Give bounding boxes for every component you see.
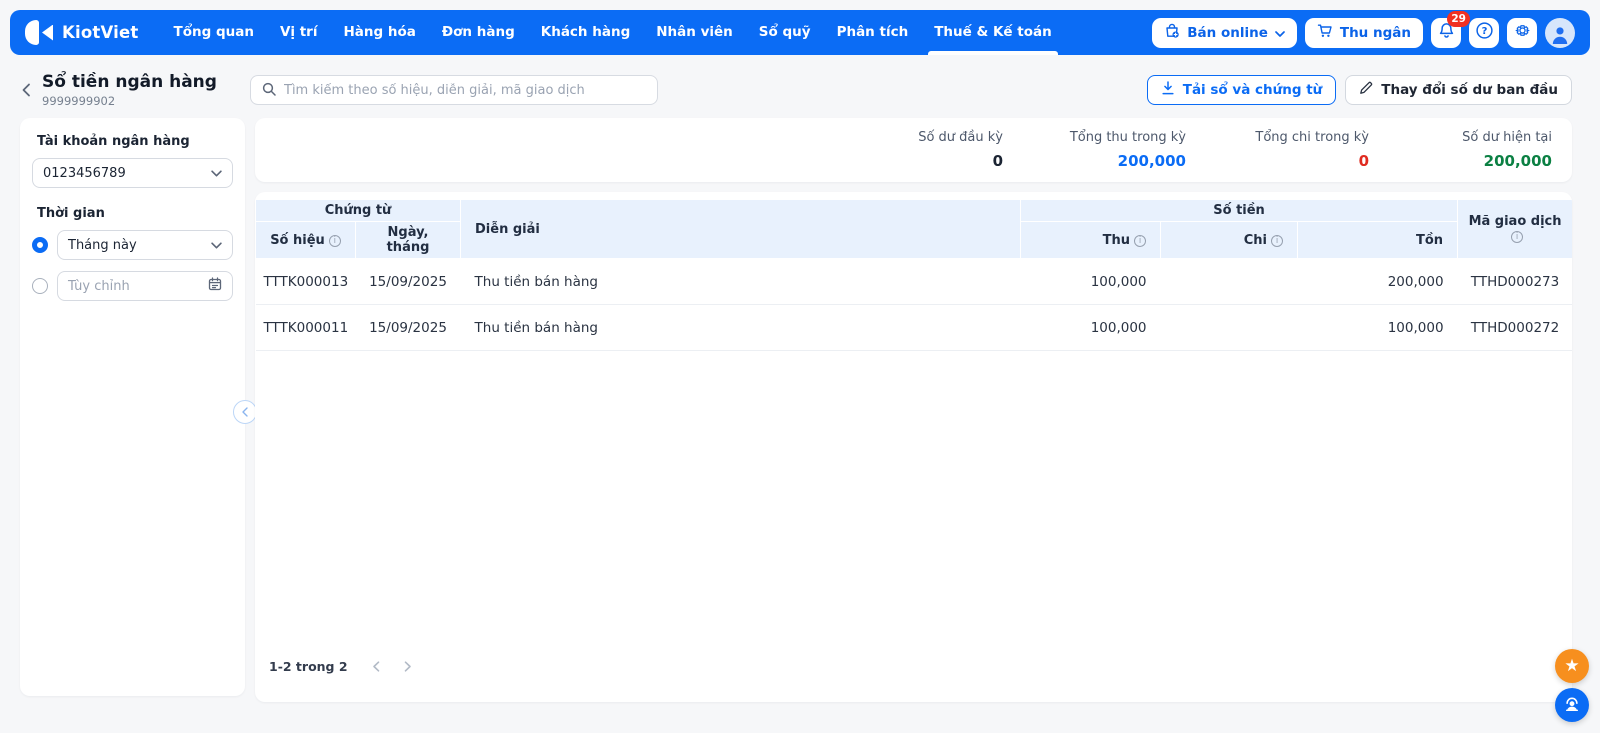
pagination-next-button[interactable] (404, 661, 412, 672)
top-navbar: KiotViet Tổng quan Vị trí Hàng hóa Đơn h… (10, 10, 1590, 55)
shop-bag-plus-icon (1164, 23, 1180, 43)
nav-item-phan-tich[interactable]: Phân tích (824, 10, 922, 55)
page-title: Sổ tiền ngân hàng (42, 72, 217, 92)
summary-total-in: Tổng thu trong kỳ 200,000 (1069, 130, 1186, 170)
brand-name: KiotViet (62, 23, 139, 42)
col-so-hieu: Số hiệu i (255, 221, 356, 259)
nav-item-khach-hang[interactable]: Khách hàng (528, 10, 644, 55)
bank-account-select[interactable]: 0123456789 (32, 158, 233, 188)
pencil-icon (1359, 81, 1373, 99)
info-icon[interactable]: i (1134, 234, 1147, 247)
time-preset-select[interactable]: Tháng này (57, 230, 233, 260)
pagination-label: 1-2 trong 2 (269, 659, 348, 674)
bank-account-label: Tài khoản ngân hàng (37, 134, 190, 149)
col-ton: Tồn (1297, 221, 1459, 259)
chevron-down-icon (1275, 25, 1285, 41)
chevron-down-icon (211, 166, 222, 181)
info-icon[interactable]: i (1271, 234, 1284, 247)
transactions-table: Chứng từ Diễn giải Số tiền Mã giao dịchi… (255, 199, 1572, 351)
nav-item-nhan-vien[interactable]: Nhân viên (643, 10, 746, 55)
col-thu: Thu i (1020, 221, 1162, 259)
search-input-wrap (250, 75, 658, 105)
svg-text:?: ? (1481, 26, 1487, 37)
rewards-fab-button[interactable]: ★ (1555, 649, 1589, 683)
info-icon[interactable]: i (1511, 231, 1524, 243)
summary-total-out: Tổng chi trong kỳ 0 (1255, 130, 1369, 170)
search-icon (262, 81, 276, 100)
time-custom-radio[interactable] (32, 278, 48, 294)
back-button[interactable] (20, 75, 42, 105)
nav-item-so-quy[interactable]: Sổ quỹ (746, 10, 824, 55)
avatar[interactable] (1545, 17, 1575, 48)
col-dien-giai: Diễn giải (460, 199, 1022, 259)
kiotviet-logo-icon (25, 20, 53, 45)
table-row[interactable]: TTTK000013 15/09/2025 Thu tiền bán hàng … (255, 258, 1572, 305)
col-ngay-thang: Ngày, tháng (354, 221, 462, 259)
filter-sidebar: Tài khoản ngân hàng 0123456789 Thời gian… (20, 118, 257, 696)
custom-date-input[interactable]: Tùy chỉnh (57, 271, 233, 301)
info-icon[interactable]: i (328, 234, 341, 247)
nav-item-vi-tri[interactable]: Vị trí (267, 10, 331, 55)
main-nav: Tổng quan Vị trí Hàng hóa Đơn hàng Khách… (160, 10, 1064, 55)
search-input[interactable] (284, 82, 646, 98)
transactions-table-card: Chứng từ Diễn giải Số tiền Mã giao dịchi… (255, 192, 1572, 702)
ban-online-button[interactable]: Bán online (1152, 17, 1297, 48)
col-group-so-tien: Số tiền (1020, 199, 1459, 222)
pagination-prev-button[interactable] (372, 661, 380, 672)
change-initial-balance-button[interactable]: Thay đổi số dư ban đầu (1345, 75, 1572, 105)
cart-icon (1317, 23, 1333, 43)
col-chi: Chi i (1160, 221, 1299, 259)
time-preset-radio[interactable] (32, 237, 48, 253)
page-header: Sổ tiền ngân hàng 9999999902 Tải sổ và c… (20, 70, 1572, 110)
pagination: 1-2 trong 2 (269, 659, 412, 674)
collapse-sidebar-button[interactable] (233, 400, 257, 424)
nav-item-tong-quan[interactable]: Tổng quan (160, 10, 266, 55)
summary-current-balance: Số dư hiện tại 200,000 (1462, 130, 1552, 170)
col-group-chung-tu: Chứng từ (255, 199, 462, 222)
help-icon: ? (1475, 21, 1494, 44)
star-icon: ★ (1564, 655, 1580, 676)
summary-opening-balance: Số dư đầu kỳ 0 (918, 130, 1003, 170)
chevron-down-icon (211, 238, 222, 253)
time-label: Thời gian (37, 206, 105, 221)
help-button[interactable]: ? (1469, 17, 1499, 48)
support-agent-icon (1562, 693, 1582, 717)
nav-item-hang-hoa[interactable]: Hàng hóa (330, 10, 428, 55)
col-ma-giao-dich: Mã giao dịchi (1457, 199, 1572, 259)
support-fab-button[interactable] (1555, 688, 1589, 722)
table-row[interactable]: TTTK000011 15/09/2025 Thu tiền bán hàng … (255, 304, 1572, 351)
gear-icon (1514, 22, 1531, 43)
user-icon (1549, 24, 1571, 48)
download-icon (1161, 81, 1175, 99)
balance-summary-card: Số dư đầu kỳ 0 Tổng thu trong kỳ 200,000… (255, 118, 1572, 182)
kiotviet-logo: KiotViet (25, 20, 138, 45)
settings-button[interactable] (1507, 17, 1537, 48)
thu-ngan-button[interactable]: Thu ngân (1304, 17, 1423, 48)
download-ledger-button[interactable]: Tải sổ và chứng từ (1146, 75, 1337, 105)
nav-item-don-hang[interactable]: Đơn hàng (429, 10, 528, 55)
notification-badge: 29 (1447, 10, 1470, 27)
account-number-subtitle: 9999999902 (42, 94, 116, 108)
calendar-icon (208, 277, 222, 295)
navbar-actions: Bán online Thu ngân 29 ? (1152, 10, 1575, 48)
nav-item-thue-ke-toan[interactable]: Thuế & Kế toán (921, 10, 1065, 55)
notifications-button[interactable]: 29 (1431, 10, 1470, 48)
